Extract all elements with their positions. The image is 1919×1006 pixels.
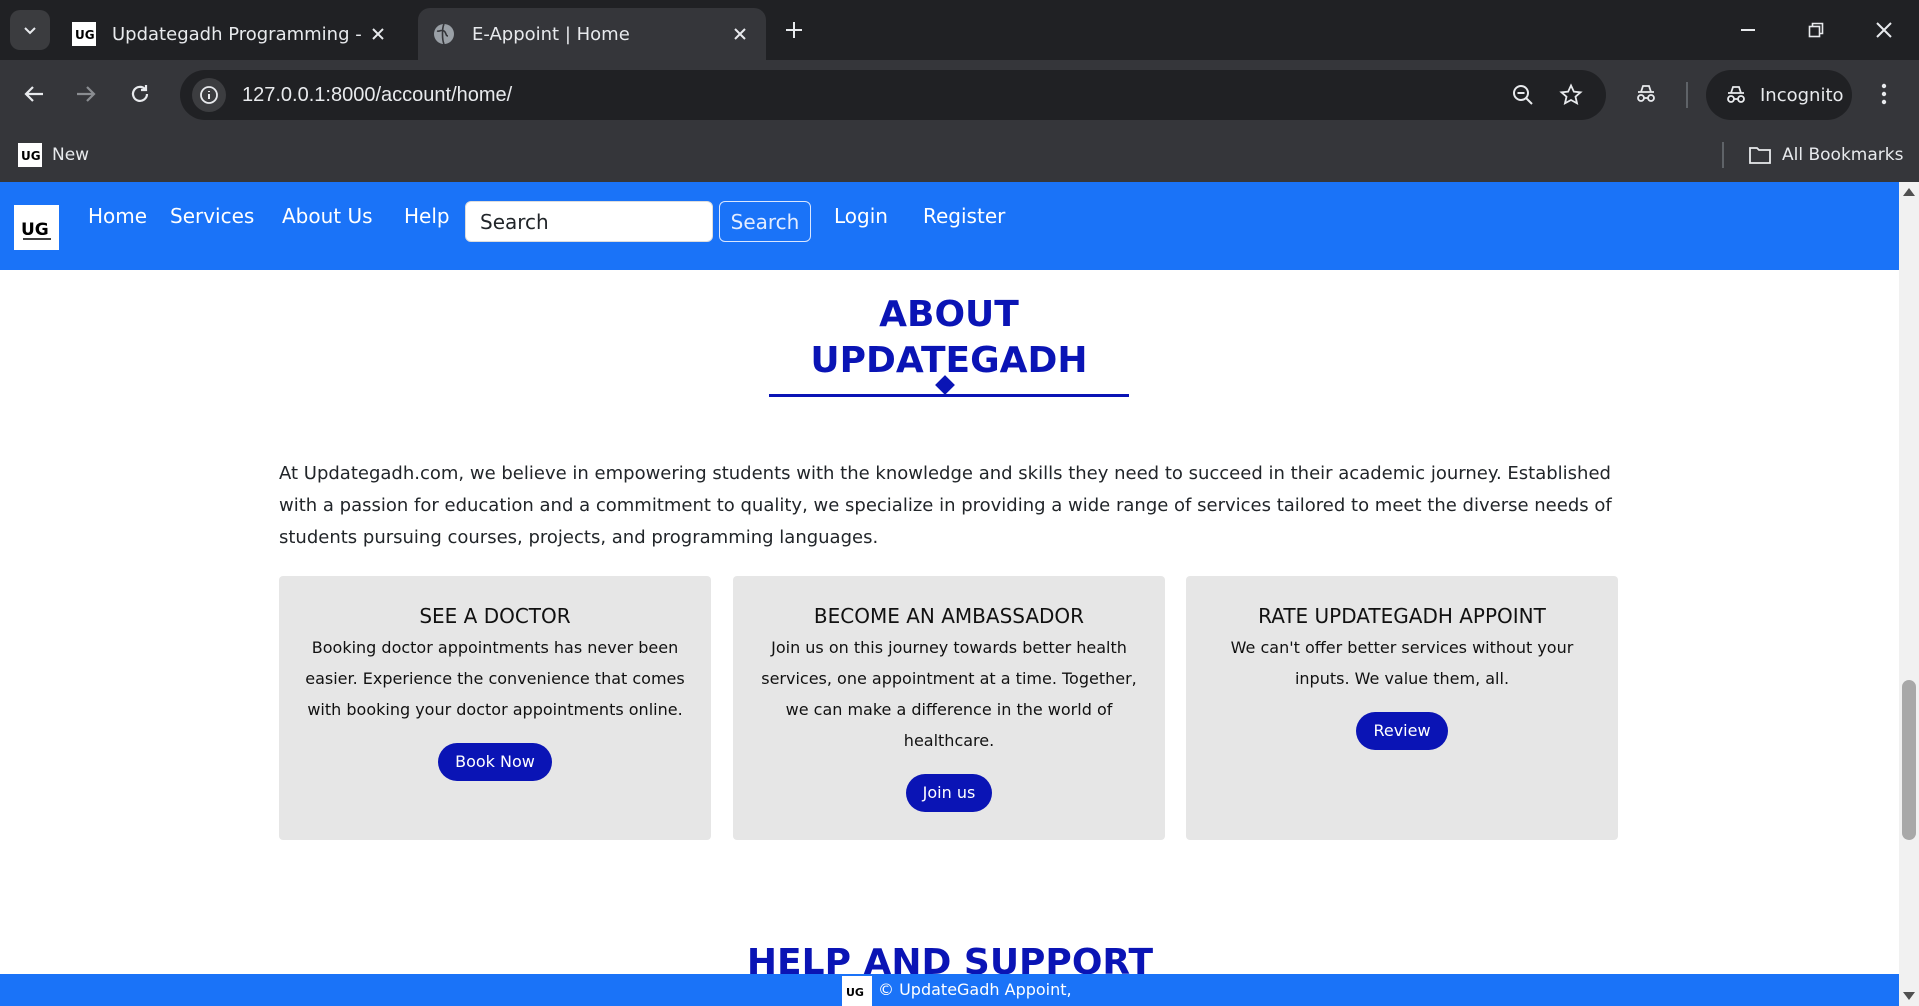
reload-icon [131,85,149,102]
nav-help[interactable]: Help [404,204,450,228]
page-scrollbar[interactable] [1899,182,1919,1006]
minimize-icon [1741,29,1755,31]
nav-register[interactable]: Register [923,204,1005,228]
site-navbar: UG Home Services About Us Help Search Lo… [0,182,1899,270]
tab-title: Updategadh Programming - Up [112,23,366,45]
close-icon [1876,22,1892,38]
chevron-down-icon [24,27,36,35]
all-bookmarks-button[interactable]: All Bookmarks [1748,140,1903,170]
card-title: RATE UPDATEGADH APPOINT [1258,604,1546,628]
menu-button[interactable] [1864,74,1904,114]
back-button[interactable] [14,74,54,114]
plus-icon [786,22,802,38]
book-now-button[interactable]: Book Now [438,743,552,781]
footer-logo: UG [842,976,872,1006]
tab-e-appoint[interactable]: E-Appoint | Home [418,8,766,60]
minimize-button[interactable] [1714,0,1782,60]
card-title: SEE A DOCTOR [419,604,571,628]
restore-icon [1808,22,1824,38]
bookmark-star-button[interactable] [1556,80,1586,110]
arrow-left-icon [24,86,43,102]
tab-search-button[interactable] [10,10,50,50]
bookmark-new[interactable]: UG New [18,140,89,170]
scroll-up-arrow-icon[interactable] [1903,188,1915,196]
card-become-ambassador: BECOME AN AMBASSADOR Join us on this jou… [733,576,1165,840]
svg-text:UG: UG [21,149,41,163]
url-text[interactable]: 127.0.0.1:8000/account/home/ [242,84,512,107]
restore-button[interactable] [1782,0,1850,60]
svg-text:UG: UG [75,28,95,42]
card-text: Join us on this journey towards better h… [761,638,1137,750]
zoom-button[interactable] [1508,80,1538,110]
footer-copyright: © UpdateGadh Appoint, [878,980,1072,999]
incognito-indicator[interactable]: Incognito [1706,70,1852,120]
more-vertical-icon [1881,83,1887,105]
folder-icon [1749,147,1771,164]
forward-button[interactable] [66,74,106,114]
close-window-button[interactable] [1850,0,1918,60]
search-input[interactable] [465,201,713,242]
review-button[interactable]: Review [1356,712,1448,750]
reload-button[interactable] [120,74,160,114]
svg-text:UG: UG [21,220,49,240]
scroll-down-arrow-icon[interactable] [1903,992,1915,1000]
card-text: We can't offer better services without y… [1230,638,1574,688]
join-us-button[interactable]: Join us [905,774,993,812]
incognito-label: Incognito [1760,84,1844,106]
globe-icon [434,23,454,45]
close-icon[interactable] [728,22,752,46]
page-viewport: UG Home Services About Us Help Search Lo… [0,182,1899,1006]
card-rate-updategadh: RATE UPDATEGADH APPOINT We can't offer b… [1186,576,1618,840]
updategadh-favicon-icon: UG [18,143,42,167]
nav-login[interactable]: Login [834,204,888,228]
bookmarks-bar: UG New All Bookmarks [0,128,1919,182]
toolbar-divider [1686,82,1688,108]
nav-services[interactable]: Services [170,204,254,228]
card-see-a-doctor: SEE A DOCTOR Booking doctor appointments… [279,576,711,840]
bookmarks-divider [1722,142,1724,168]
heading-underline [769,394,1129,397]
browser-toolbar: 127.0.0.1:8000/account/home/ Incognito [0,60,1919,128]
search-button[interactable]: Search [719,201,811,242]
updategadh-logo-icon: UG [21,220,51,240]
bookmark-label: New [52,145,90,165]
tab-title: E-Appoint | Home [472,23,630,45]
about-paragraph: At Updategadh.com, we believe in empower… [279,463,1612,548]
about-heading: ABOUT UPDATEGADH [769,292,1129,384]
address-bar[interactable]: 127.0.0.1:8000/account/home/ [180,70,1606,120]
tab-strip: UG Updategadh Programming - Up E-Appoint… [0,0,1919,60]
nav-home[interactable]: Home [88,204,147,228]
card-text: Booking doctor appointments has never be… [305,638,685,719]
nav-about-us[interactable]: About Us [282,204,373,228]
about-heading-line2: UPDATEGADH [810,340,1088,381]
incognito-icon [1637,85,1655,102]
updategadh-logo-icon: UG [846,986,864,999]
about-heading-line1: ABOUT [879,294,1019,335]
site-logo[interactable]: UG [14,205,59,250]
arrow-right-icon [77,86,96,102]
star-icon [1559,83,1583,106]
tab-updategadh[interactable]: UG Updategadh Programming - Up [58,8,404,60]
all-bookmarks-label: All Bookmarks [1782,145,1904,165]
site-footer: UG © UpdateGadh Appoint, [0,974,1899,1006]
scroll-thumb[interactable] [1902,680,1916,840]
svg-text:UG: UG [846,986,864,999]
incognito-tools-button[interactable] [1626,74,1666,114]
zoom-out-icon [1513,85,1533,105]
incognito-icon [1727,86,1745,103]
info-icon [200,86,218,104]
updategadh-favicon-icon: UG [72,22,96,46]
new-tab-button[interactable] [776,12,812,48]
close-icon[interactable] [366,22,390,46]
site-info-button[interactable] [192,78,226,112]
card-title: BECOME AN AMBASSADOR [813,604,1085,628]
